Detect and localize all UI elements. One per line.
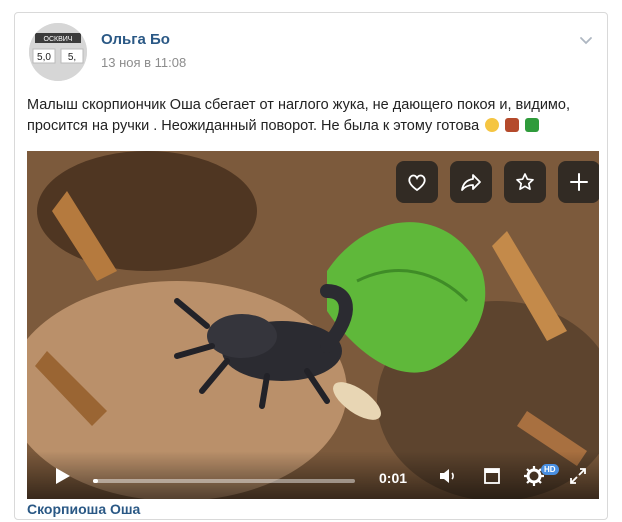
avatar-right-text: 5,: [68, 52, 76, 63]
add-video-button[interactable]: [558, 161, 599, 203]
more-chevron-icon[interactable]: [579, 33, 593, 47]
video-frame: [27, 151, 599, 499]
plus-icon: [570, 173, 588, 191]
heart-icon: [408, 174, 426, 192]
scorpion-icon: [505, 118, 520, 132]
fullscreen-button[interactable]: [567, 465, 589, 487]
post-text: Малыш скорпиончик Оша сбегает от наглого…: [27, 95, 599, 137]
avatar[interactable]: ОСКВИЧ 5,0 5,: [29, 23, 87, 81]
star-icon: [516, 173, 534, 191]
post-card: ОСКВИЧ 5,0 5, Ольга Бо 13 ноя в 11:08 Ма…: [14, 12, 608, 520]
play-icon: [56, 468, 70, 484]
like-video-button[interactable]: [396, 161, 438, 203]
share-icon: [461, 174, 481, 191]
volume-icon: [440, 469, 454, 483]
volume-button[interactable]: [437, 465, 459, 487]
share-video-button[interactable]: [450, 161, 492, 203]
cactus-icon: [525, 118, 540, 132]
window-icon: [484, 468, 500, 484]
post-date[interactable]: 13 ноя в 11:08: [101, 55, 186, 70]
video-controls: 0:01 HD: [27, 451, 599, 499]
author-name[interactable]: Ольга Бо: [101, 31, 170, 48]
video-progress-fill: [93, 479, 99, 483]
video-progress-bar[interactable]: [93, 479, 355, 483]
play-button[interactable]: [51, 465, 73, 487]
video-title[interactable]: Скорпиоша Оша: [27, 501, 140, 517]
miniplayer-button[interactable]: [481, 465, 503, 487]
video-time: 0:01: [379, 470, 408, 486]
favorite-video-button[interactable]: [504, 161, 546, 203]
avatar-top-text: ОСКВИЧ: [44, 36, 73, 43]
fullscreen-icon: [570, 468, 586, 484]
flushed-face-icon: [485, 118, 500, 132]
avatar-image: ОСКВИЧ 5,0 5,: [29, 23, 87, 81]
video-player[interactable]: 0:01 HD: [27, 151, 599, 499]
avatar-left-text: 5,0: [37, 52, 51, 63]
hd-badge: HD: [541, 464, 559, 475]
